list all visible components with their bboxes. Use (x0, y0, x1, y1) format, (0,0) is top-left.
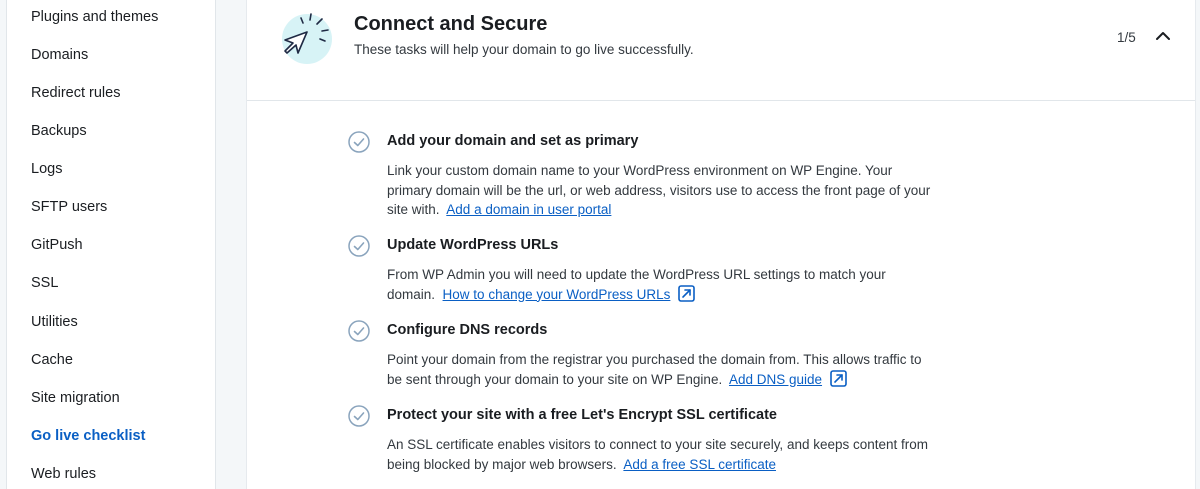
task-title: Protect your site with a free Let's Encr… (387, 407, 777, 423)
task-title: Update WordPress URLs (387, 237, 559, 253)
sidebar-item-cache[interactable]: Cache (31, 352, 73, 368)
change-wordpress-urls-link[interactable]: How to change your WordPress URLs (443, 287, 671, 302)
section-subtitle: These tasks will help your domain to go … (354, 42, 694, 57)
sidebar-item-ssl[interactable]: SSL (31, 275, 58, 291)
task-description: An SSL certificate enables visitors to c… (387, 435, 932, 474)
external-link-icon[interactable] (678, 284, 696, 302)
chevron-up-icon[interactable] (1153, 26, 1173, 46)
section-title: Connect and Secure (354, 13, 548, 35)
check-circle-icon[interactable] (348, 320, 370, 342)
task-description: Link your custom domain name to your Wor… (387, 161, 932, 220)
check-circle-icon[interactable] (348, 131, 370, 153)
sidebar-item-utilities[interactable]: Utilities (31, 314, 78, 330)
section-header[interactable]: Connect and Secure These tasks will help… (247, 0, 1195, 101)
add-dns-guide-link[interactable]: Add DNS guide (729, 372, 822, 387)
sidebar-item-web-rules[interactable]: Web rules (31, 466, 96, 482)
progress-counter: 1/5 (1117, 30, 1136, 45)
add-domain-link[interactable]: Add a domain in user portal (446, 202, 611, 217)
sidebar-item-sftp-users[interactable]: SFTP users (31, 199, 107, 215)
sidebar-item-backups[interactable]: Backups (31, 123, 87, 139)
sidebar-item-gitpush[interactable]: GitPush (31, 237, 83, 253)
checklist-panel: Connect and Secure These tasks will help… (246, 0, 1196, 489)
add-ssl-certificate-link[interactable]: Add a free SSL certificate (623, 457, 776, 472)
sidebar-item-site-migration[interactable]: Site migration (31, 390, 120, 406)
external-link-icon[interactable] (830, 369, 847, 387)
sidebar-item-redirect-rules[interactable]: Redirect rules (31, 85, 120, 101)
sidebar-nav: Plugins and themes Domains Redirect rule… (6, 0, 216, 489)
sidebar-item-domains[interactable]: Domains (31, 47, 88, 63)
sidebar-item-go-live-checklist[interactable]: Go live checklist (31, 428, 145, 444)
task-title: Add your domain and set as primary (387, 133, 639, 149)
cursor-click-icon (282, 13, 332, 64)
check-circle-icon[interactable] (348, 235, 370, 257)
task-title: Configure DNS records (387, 322, 548, 338)
sidebar-item-logs[interactable]: Logs (31, 161, 62, 177)
task-description: Point your domain from the registrar you… (387, 350, 932, 389)
task-description: From WP Admin you will need to update th… (387, 265, 932, 304)
check-circle-icon[interactable] (348, 405, 370, 427)
sidebar-item-plugins-and-themes[interactable]: Plugins and themes (31, 9, 158, 25)
